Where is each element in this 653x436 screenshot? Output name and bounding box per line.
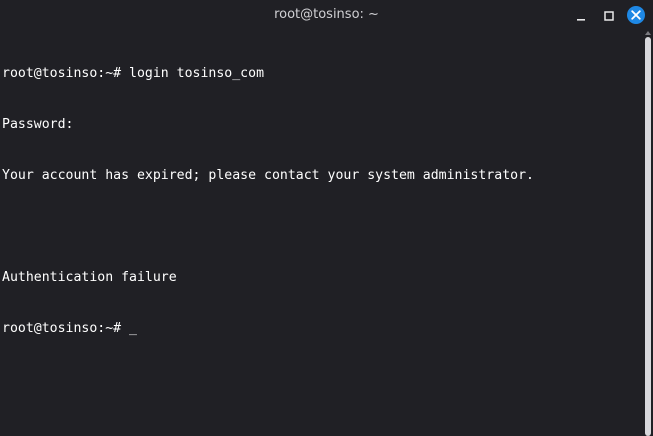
terminal-prompt-line[interactable]: root@tosinso:~# _ xyxy=(2,320,640,337)
terminal-output[interactable]: root@tosinso:~# login tosinso_com Passwo… xyxy=(0,31,640,436)
close-button[interactable] xyxy=(626,5,646,25)
scrollbar-thumb[interactable] xyxy=(645,37,651,436)
text-cursor: _ xyxy=(129,321,137,336)
title-bar[interactable]: root@tosinso: ~ xyxy=(0,0,653,31)
scroll-up-arrow-icon[interactable] xyxy=(645,31,651,35)
window-title: root@tosinso: ~ xyxy=(274,7,379,22)
terminal-line: Your account has expired; please contact… xyxy=(2,168,534,183)
maximize-icon xyxy=(604,11,614,21)
maximize-button[interactable] xyxy=(599,6,619,26)
terminal-window: root@tosinso: ~ root@tosinso:~# login to… xyxy=(0,0,653,436)
terminal-line: Password: xyxy=(2,117,74,132)
terminal-line: root@tosinso:~# login tosinso_com xyxy=(2,66,265,81)
minimize-button[interactable] xyxy=(571,6,591,26)
close-icon xyxy=(627,6,645,24)
minimize-icon xyxy=(577,19,585,21)
prompt: root@tosinso:~# xyxy=(2,321,130,336)
scrollbar[interactable] xyxy=(644,31,653,436)
terminal-line: Authentication failure xyxy=(2,270,177,285)
